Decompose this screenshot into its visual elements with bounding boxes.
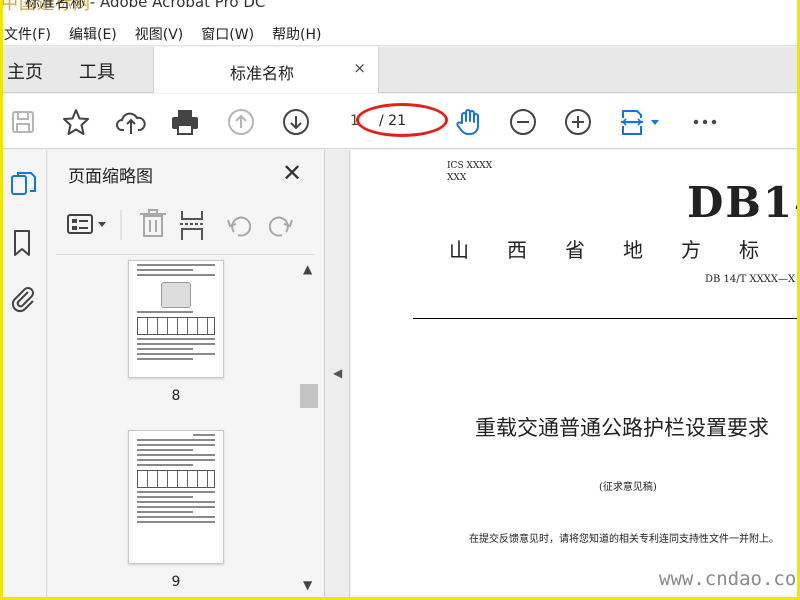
acrobat-window: 中国道标网 标准名称 - Adobe Acrobat Pro DC 文件(F) … (3, 0, 797, 597)
document-page: ICS XXXX XXX DB14 山西省地方标 DB 14/T XXXX—X … (351, 150, 797, 597)
panel-collapse-bar[interactable]: ◀ (325, 150, 350, 597)
thumbnail-page-8[interactable] (128, 260, 224, 378)
thumbnail-page-number: 8 (171, 388, 181, 404)
print-icon[interactable] (169, 106, 201, 138)
title-bar: 中国道标网 标准名称 - Adobe Acrobat Pro DC (3, 0, 797, 22)
thumbnail-options-icon[interactable] (67, 214, 106, 234)
rotate-right-icon[interactable] (268, 216, 293, 237)
tab-tools[interactable]: 工具 (79, 58, 115, 84)
menu-edit[interactable]: 编辑(E) (60, 24, 126, 44)
standard-code: DB 14/T XXXX—X (705, 274, 796, 285)
scroll-up-icon[interactable]: ▲ (303, 262, 312, 276)
cloud-upload-icon[interactable] (115, 106, 147, 138)
draft-label: (征求意见稿) (599, 482, 657, 493)
attachment-icon[interactable] (9, 284, 37, 314)
site-watermark-url: www.cndao.com (659, 568, 797, 590)
window-title: 标准名称 - Adobe Acrobat Pro DC (25, 0, 266, 11)
zoom-in-icon[interactable] (562, 106, 594, 138)
delete-page-icon[interactable] (140, 209, 166, 237)
scroll-down-icon[interactable]: ▼ (303, 578, 312, 592)
menu-file[interactable]: 文件(F) (3, 24, 60, 44)
tab-row: 主页 工具 标准名称 × (3, 47, 797, 93)
rotate-left-icon[interactable] (227, 216, 252, 237)
toolbar: 1 / 21 (3, 94, 797, 149)
close-tab-icon[interactable]: × (353, 59, 366, 77)
scrollbar-thumb[interactable] (300, 384, 318, 408)
bookmark-icon[interactable] (9, 228, 37, 258)
menu-view[interactable]: 视图(V) (126, 24, 193, 44)
menu-help[interactable]: 帮助(H) (263, 24, 330, 44)
highlight-ellipse (356, 103, 448, 137)
hand-icon[interactable] (453, 106, 485, 138)
page-down-icon[interactable] (280, 106, 312, 138)
feedback-note: 在提交反馈意见时，请将您知道的相关专利连同支持性文件一并附上。 (469, 534, 779, 545)
zoom-out-icon[interactable] (507, 106, 539, 138)
standard-type-heading: 山西省地方标 (449, 238, 759, 262)
menu-window[interactable]: 窗口(W) (192, 24, 263, 44)
fit-page-icon[interactable] (617, 106, 663, 138)
left-rail (3, 150, 47, 597)
save-icon[interactable] (7, 106, 39, 138)
page-up-icon[interactable] (225, 106, 257, 138)
collapse-arrow-icon[interactable]: ◀ (333, 366, 342, 380)
tab-home[interactable]: 主页 (7, 58, 43, 84)
panel-close-icon[interactable]: ✕ (282, 159, 302, 187)
tab-document[interactable]: 标准名称 × (153, 47, 379, 93)
page-number-field[interactable]: 1 / 21 (342, 103, 448, 137)
star-icon[interactable] (60, 106, 92, 138)
page-thumbnails-icon[interactable] (9, 170, 37, 200)
panel-title: 页面缩略图 (68, 167, 153, 187)
menu-bar: 文件(F) 编辑(E) 视图(V) 窗口(W) 帮助(H) (3, 22, 797, 46)
tab-document-label: 标准名称 (230, 64, 295, 83)
thumbnail-page-9[interactable] (128, 430, 224, 564)
thumbnail-page-number: 9 (171, 574, 181, 590)
document-title: 重载交通普通公路护栏设置要求 (475, 416, 769, 440)
thumbnail-scrollbar[interactable]: ▲ ▼ (300, 260, 318, 594)
thumbnail-panel: 页面缩略图 ✕ 8 9 ▲ ▼ (48, 150, 325, 597)
extract-page-icon[interactable] (180, 211, 204, 240)
panel-toolbar (64, 206, 314, 242)
db-mark: DB14 (687, 178, 797, 227)
header-rule (413, 318, 797, 319)
more-icon[interactable] (689, 106, 721, 138)
ics-code: ICS XXXX XXX (447, 161, 493, 183)
panel-separator (56, 254, 314, 255)
